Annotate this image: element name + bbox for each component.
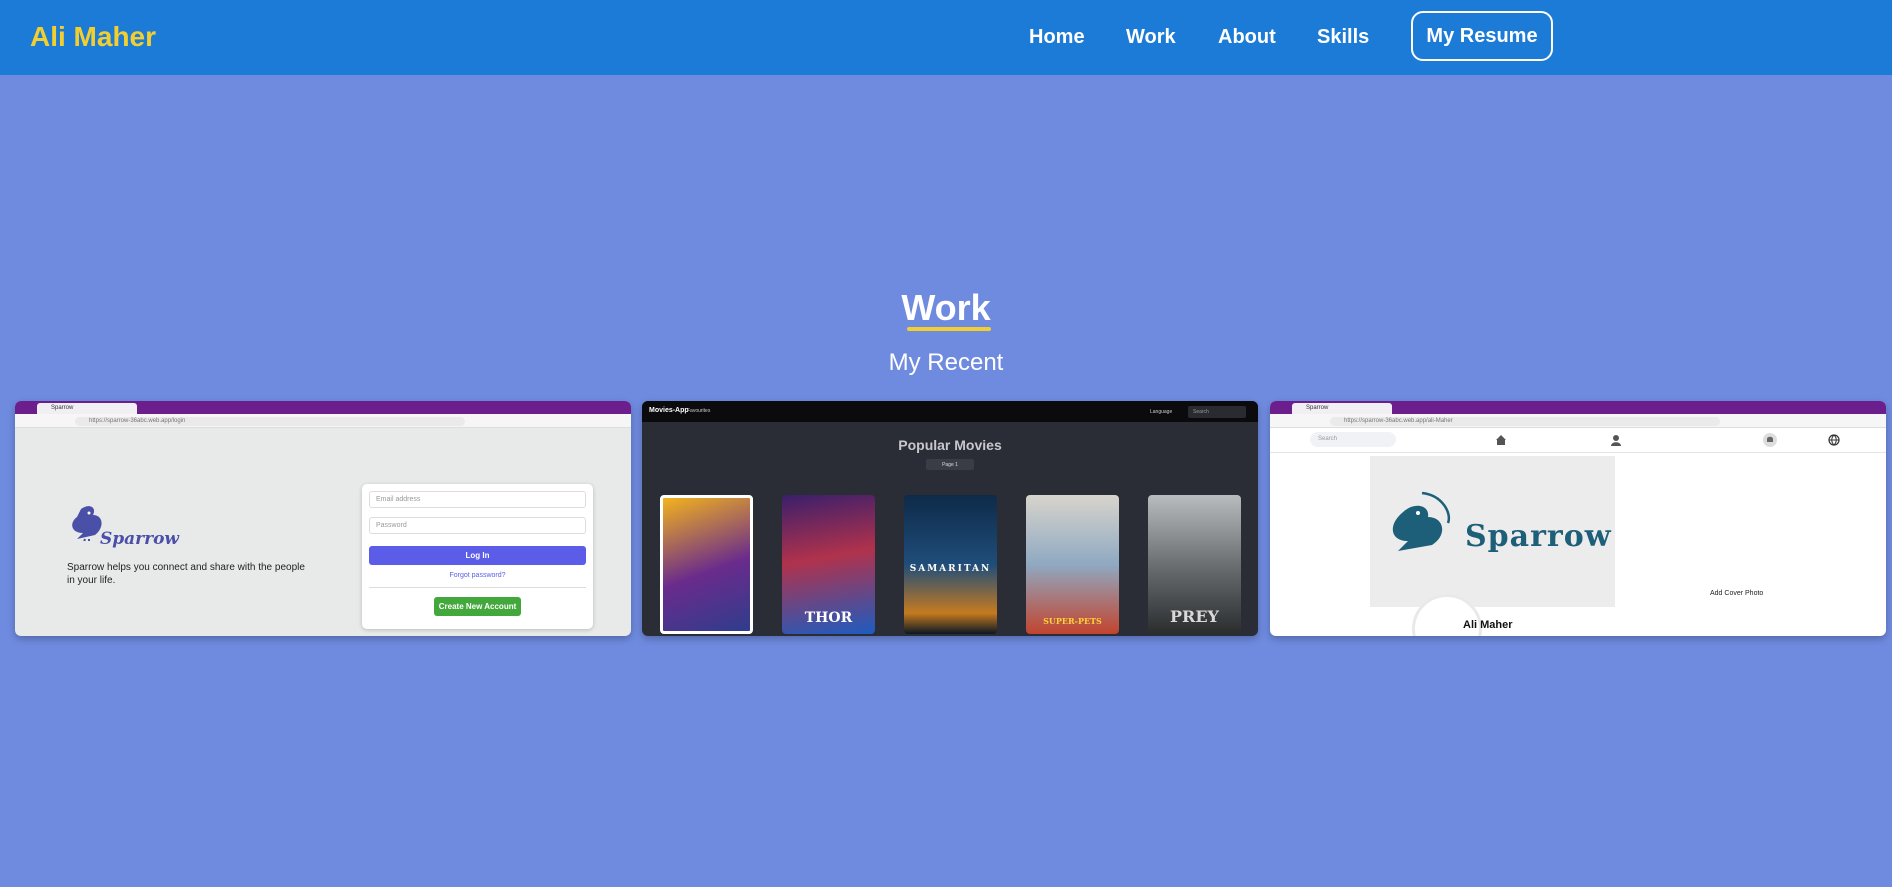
movie-poster-1: [660, 495, 753, 634]
bell-icon: [1763, 433, 1777, 447]
poster-title: PREY: [1170, 607, 1219, 626]
poster-title: SAMARITAN: [909, 564, 992, 574]
nav-work[interactable]: Work: [1126, 26, 1176, 49]
language-select: Language: [1150, 409, 1173, 415]
nav-about[interactable]: About: [1218, 26, 1276, 49]
friends-icon: [1611, 435, 1621, 446]
section-title: Work: [901, 287, 991, 328]
movie-poster-thor: THOR: [782, 495, 875, 634]
sparrow-logo-text: Sparrow: [100, 529, 180, 549]
brand-logo[interactable]: Ali Maher: [30, 21, 156, 53]
globe-icon: [1828, 434, 1840, 446]
login-button[interactable]: Log In: [369, 546, 586, 565]
project-card-sparrow-profile[interactable]: Sparrow https://sparrow-36abc.web.app/al…: [1270, 401, 1886, 636]
home-icon: [1496, 435, 1506, 445]
popular-movies-heading: Popular Movies: [898, 437, 1002, 453]
profile-name: Ali Maher: [1463, 619, 1513, 631]
forgot-password-link[interactable]: Forgot password?: [362, 572, 593, 579]
add-cover-photo-button: Add Cover Photo: [1710, 590, 1764, 597]
pagination: Page 1: [926, 459, 974, 470]
browser-url: https://sparrow-36abc.web.app/ali-Maher: [1330, 417, 1720, 426]
sparrow-tagline: Sparrow helps you connect and share with…: [67, 562, 305, 586]
movie-poster-superpets: SUPER-PETS: [1026, 495, 1119, 634]
nav-skills[interactable]: Skills: [1317, 26, 1369, 49]
project-card-sparrow-login[interactable]: Sparrow https://sparrow-36abc.web.app/lo…: [15, 401, 631, 636]
project-card-movies-app[interactable]: Movies-App Favourites Language Search Po…: [642, 401, 1258, 636]
browser-toolbar: https://sparrow-36abc.web.app/login: [15, 414, 631, 428]
movies-search-input: Search: [1188, 406, 1246, 418]
browser-titlebar: Sparrow: [15, 401, 631, 414]
create-account-button[interactable]: Create New Account: [434, 597, 521, 616]
section-subtitle: My Recent: [888, 349, 1004, 376]
top-navbar: Ali Maher Home Work About Skills My Resu…: [0, 0, 1892, 75]
sparrow-bird-icon: [1392, 491, 1451, 551]
my-resume-button[interactable]: My Resume: [1411, 11, 1553, 61]
divider: [369, 587, 586, 588]
movies-brand: Movies-App: [649, 407, 689, 414]
poster-title: SUPER-PETS: [1043, 616, 1102, 626]
movie-poster-prey: PREY: [1148, 495, 1241, 634]
sparrow-topbar: Search: [1270, 428, 1886, 453]
movies-topbar: Movies-App Favourites Language Search: [642, 401, 1258, 422]
email-field[interactable]: Email address: [369, 491, 586, 508]
password-field[interactable]: Password: [369, 517, 586, 534]
browser-titlebar: Sparrow: [1270, 401, 1886, 414]
browser-toolbar: https://sparrow-36abc.web.app/ali-Maher: [1270, 414, 1886, 428]
sparrow-cover-logo: Sparrow: [1465, 519, 1612, 554]
login-box: Email address Password Log In Forgot pas…: [362, 484, 593, 629]
nav-home[interactable]: Home: [1029, 26, 1085, 49]
poster-title: THOR: [804, 610, 853, 626]
title-underline: [907, 327, 991, 331]
favourites-link: Favourites: [687, 408, 711, 414]
sparrow-search-input: Search: [1310, 432, 1396, 447]
movie-poster-samaritan: SAMARITAN: [904, 495, 997, 634]
browser-url: https://sparrow-36abc.web.app/login: [75, 417, 465, 426]
browser-tab: Sparrow: [37, 403, 137, 414]
browser-tab: Sparrow: [1292, 403, 1392, 414]
